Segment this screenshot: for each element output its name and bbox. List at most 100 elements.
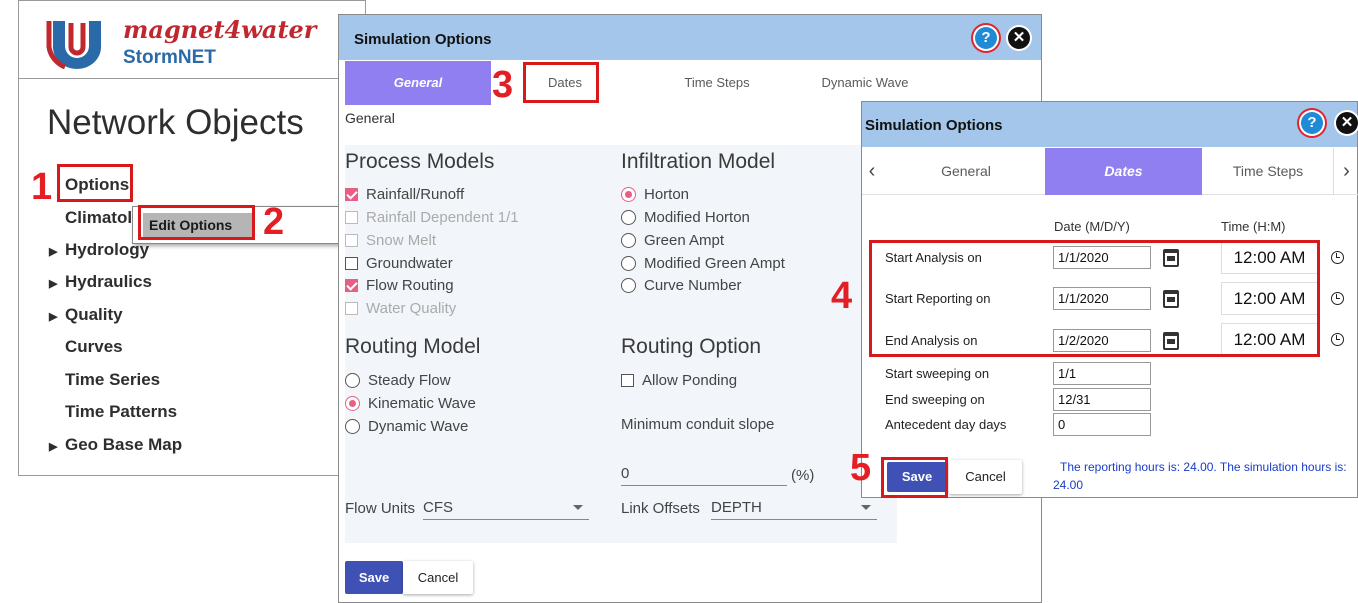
- option-label: Water Quality: [366, 300, 457, 317]
- checkbox-icon: [345, 234, 358, 247]
- brand-product: StormNET: [123, 47, 216, 68]
- radio-modified-green-ampt[interactable]: Modified Green Ampt: [621, 254, 785, 274]
- radio-selected-icon[interactable]: [621, 187, 636, 202]
- radio-icon[interactable]: [621, 278, 636, 293]
- checkbox-icon[interactable]: [621, 374, 634, 387]
- time-header: Time (H:M): [1221, 219, 1286, 234]
- close-icon[interactable]: ✕: [1008, 27, 1030, 49]
- min-slope-unit: (%): [791, 467, 815, 484]
- dropdown-arrow-icon[interactable]: [861, 505, 871, 510]
- option-label: Horton: [644, 186, 690, 203]
- option-label: Rainfall/Runoff: [366, 186, 465, 203]
- section-label: General: [345, 110, 395, 126]
- caret-right-icon[interactable]: ▶: [49, 273, 65, 295]
- checkbox-groundwater[interactable]: Groundwater: [345, 254, 453, 274]
- caret-right-icon[interactable]: ▶: [49, 241, 65, 263]
- radio-icon[interactable]: [621, 210, 636, 225]
- checkbox-flow-routing[interactable]: Flow Routing: [345, 276, 454, 296]
- cancel-button[interactable]: Cancel: [403, 561, 473, 594]
- date-header: Date (M/D/Y): [1054, 219, 1130, 234]
- hours-info-text: The reporting hours is: 24.00. The simul…: [1053, 460, 1347, 492]
- radio-green-ampt[interactable]: Green Ampt: [621, 231, 724, 251]
- min-slope-label: Minimum conduit slope: [621, 416, 775, 433]
- checkbox-icon: [345, 211, 358, 224]
- tree-item-time-patterns[interactable]: Time Patterns: [65, 401, 177, 423]
- tab-time-steps[interactable]: Time Steps: [665, 61, 769, 105]
- checkbox-allow-ponding[interactable]: Allow Ponding: [621, 371, 737, 391]
- radio-dynamic-wave[interactable]: Dynamic Wave: [345, 417, 468, 437]
- caret-right-icon[interactable]: ▶: [49, 436, 65, 458]
- radio-icon[interactable]: [621, 233, 636, 248]
- tree-item-time-series[interactable]: Time Series: [65, 369, 160, 391]
- tab-next-icon[interactable]: ›: [1333, 148, 1358, 195]
- start-sweeping-input[interactable]: 1/1: [1053, 362, 1151, 385]
- highlight-dates-tab: [523, 62, 599, 103]
- tree-item-label: Time Patterns: [65, 402, 178, 421]
- radio-icon[interactable]: [621, 256, 636, 271]
- brand-header: magnet4water StormNET: [19, 1, 367, 79]
- tab-dates[interactable]: Dates: [1045, 148, 1202, 195]
- option-label: Modified Horton: [644, 209, 750, 226]
- antecedent-days-input[interactable]: 0: [1053, 413, 1151, 436]
- save-button[interactable]: Save: [345, 561, 403, 594]
- tree-item-hydraulics[interactable]: ▶ Hydraulics: [49, 271, 152, 293]
- cancel-button[interactable]: Cancel: [949, 460, 1022, 494]
- end-sweeping-label: End sweeping on: [885, 392, 985, 407]
- help-icon[interactable]: ?: [1301, 112, 1323, 134]
- dialog-title: Simulation Options: [865, 117, 1003, 134]
- tab-dynamic-wave[interactable]: Dynamic Wave: [805, 61, 925, 105]
- checkbox-rainfall-runoff[interactable]: Rainfall/Runoff: [345, 185, 464, 205]
- radio-icon[interactable]: [345, 373, 360, 388]
- tree-item-label: Quality: [65, 305, 123, 324]
- min-slope-input[interactable]: 0: [621, 462, 787, 486]
- radio-horton[interactable]: Horton: [621, 185, 689, 205]
- infiltration-model-heading: Infiltration Model: [621, 150, 776, 173]
- panel-title: Network Objects: [47, 103, 304, 142]
- end-sweeping-input[interactable]: 12/31: [1053, 388, 1151, 411]
- tab-bar: General Dates Time Steps Dynamic Wave: [345, 61, 1037, 105]
- radio-steady-flow[interactable]: Steady Flow: [345, 371, 451, 391]
- tree-item-curves[interactable]: Curves: [65, 336, 123, 358]
- tree-item-quality[interactable]: ▶ Quality: [49, 304, 123, 326]
- option-label: Snow Melt: [366, 232, 437, 249]
- checkbox-checked-icon[interactable]: [345, 188, 358, 201]
- radio-modified-horton[interactable]: Modified Horton: [621, 208, 750, 228]
- link-offsets-select[interactable]: DEPTH: [711, 496, 877, 520]
- checkbox-checked-icon[interactable]: [345, 279, 358, 292]
- option-label: Kinematic Wave: [368, 395, 476, 412]
- option-label: Curve Number: [644, 277, 742, 294]
- routing-option-heading: Routing Option: [621, 335, 762, 358]
- radio-icon[interactable]: [345, 419, 360, 434]
- clock-icon[interactable]: [1331, 333, 1344, 346]
- tab-general[interactable]: General: [345, 61, 491, 105]
- tree-item-label: Curves: [65, 337, 123, 356]
- option-label: Rainfall Dependent 1/1: [366, 209, 519, 226]
- highlight-options: [57, 164, 133, 202]
- radio-selected-icon[interactable]: [345, 396, 360, 411]
- brand-name: magnet4water: [123, 15, 317, 44]
- option-label: Groundwater: [366, 255, 453, 272]
- checkbox-rainfall-dependent: Rainfall Dependent 1/1: [345, 208, 519, 228]
- magnet-logo-icon: [46, 21, 101, 69]
- clock-icon[interactable]: [1331, 251, 1344, 264]
- checkbox-water-quality: Water Quality: [345, 299, 456, 319]
- tab-prev-icon[interactable]: ‹: [862, 148, 882, 195]
- tree-item-label: Hydraulics: [65, 272, 152, 291]
- step-2-label: 2: [263, 201, 285, 243]
- radio-curve-number[interactable]: Curve Number: [621, 276, 742, 296]
- highlight-date-rows: [869, 240, 1320, 357]
- radio-kinematic-wave[interactable]: Kinematic Wave: [345, 394, 476, 414]
- tab-time-steps[interactable]: Time Steps: [1203, 148, 1333, 195]
- tab-general[interactable]: General: [888, 148, 1044, 195]
- checkbox-snow-melt: Snow Melt: [345, 231, 436, 251]
- help-icon[interactable]: ?: [975, 27, 997, 49]
- tree-item-geo-base-map[interactable]: ▶ Geo Base Map: [49, 434, 182, 456]
- dropdown-arrow-icon[interactable]: [573, 505, 583, 510]
- close-icon[interactable]: ✕: [1336, 112, 1358, 134]
- checkbox-icon[interactable]: [345, 257, 358, 270]
- dialog-title: Simulation Options: [354, 31, 492, 48]
- caret-right-icon[interactable]: ▶: [49, 306, 65, 328]
- flow-units-select[interactable]: CFS: [423, 496, 589, 520]
- step-1-label: 1: [31, 166, 53, 208]
- clock-icon[interactable]: [1331, 292, 1344, 305]
